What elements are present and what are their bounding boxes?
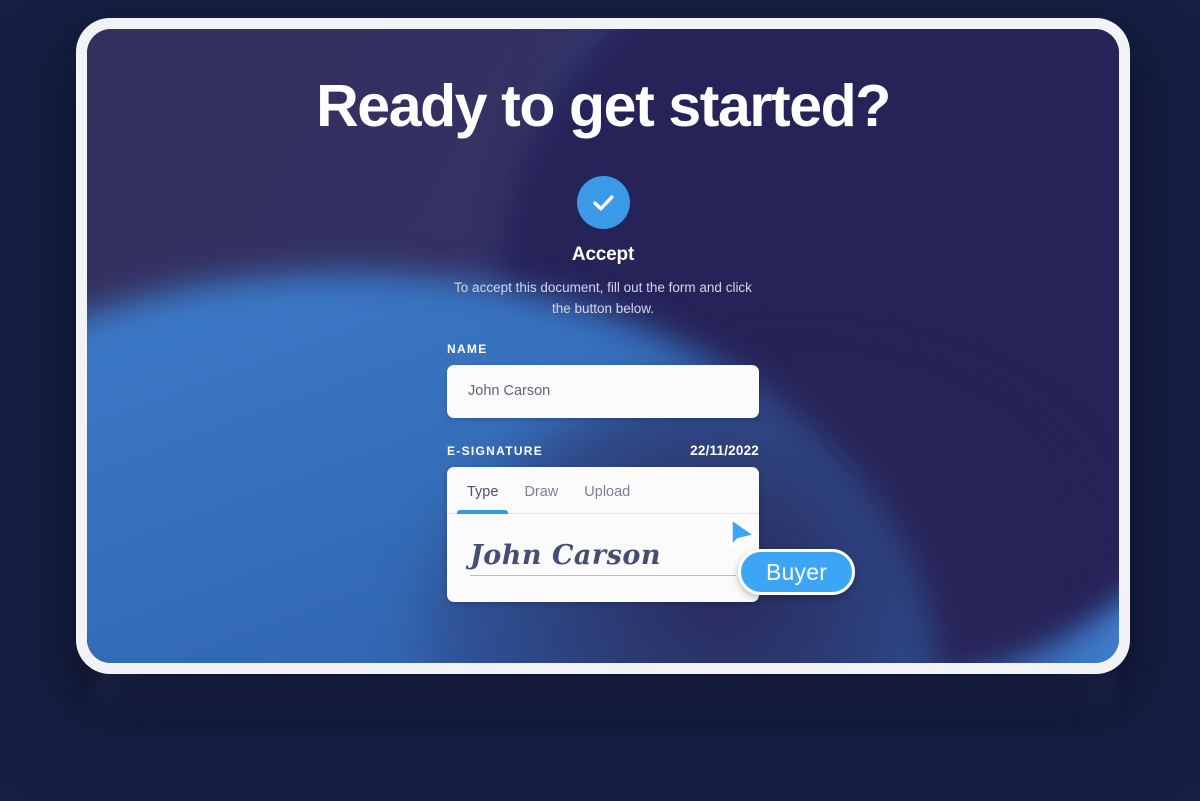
tab-draw[interactable]: Draw: [511, 484, 571, 513]
accept-description: To accept this document, fill out the fo…: [454, 279, 752, 316]
check-glyph: [592, 195, 614, 211]
device-frame: Ready to get started? Accept To accept t…: [76, 18, 1130, 674]
name-field-label: NAME: [447, 341, 488, 356]
signature-field-label: E-SIGNATURE: [447, 443, 544, 458]
role-badge-buyer: Buyer: [738, 549, 856, 595]
signature-block: E-SIGNATURE 22/11/2022 Type Draw Upload …: [447, 443, 759, 602]
check-circle-icon: [576, 175, 630, 229]
signature-card: Type Draw Upload John Carson: [447, 466, 759, 602]
page-title: Ready to get started?: [316, 73, 891, 139]
signature-label-row: E-SIGNATURE 22/11/2022: [447, 443, 759, 458]
signature-value: John Carson: [470, 539, 661, 571]
signature-input-area[interactable]: John Carson: [447, 514, 759, 602]
acceptance-form: NAME E-SIGNATURE 22/11/2022 Type Draw Up…: [447, 342, 759, 602]
device-screen: Ready to get started? Accept To accept t…: [87, 29, 1119, 663]
accept-heading: Accept: [571, 243, 635, 265]
tab-upload[interactable]: Upload: [571, 484, 643, 513]
signature-date: 22/11/2022: [690, 442, 759, 458]
name-input[interactable]: [447, 364, 759, 418]
tab-type[interactable]: Type: [454, 484, 511, 514]
signature-tabs: Type Draw Upload: [447, 467, 759, 514]
device-reflection: [95, 668, 1115, 728]
role-badge-label: Buyer: [766, 558, 828, 585]
screen-content: Ready to get started? Accept To accept t…: [87, 29, 1119, 663]
signature-baseline: [470, 574, 736, 576]
name-label-row: NAME: [447, 342, 759, 356]
